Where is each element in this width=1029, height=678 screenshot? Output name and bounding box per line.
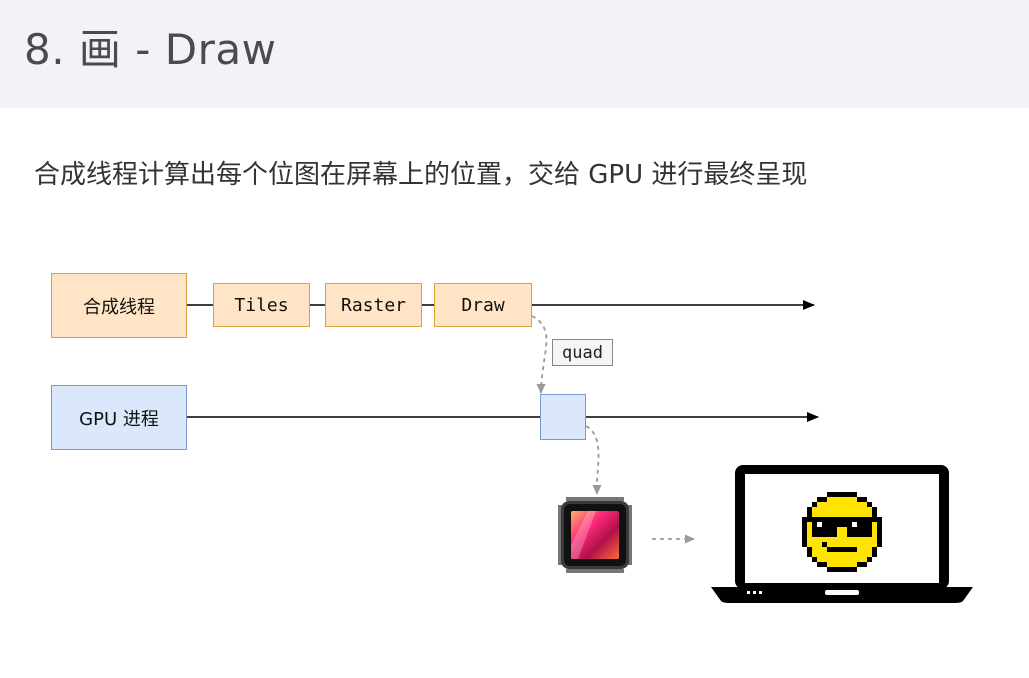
quad-dashed-arrow xyxy=(531,315,548,394)
gpu-to-chip-dashed-arrow xyxy=(585,425,602,495)
compositor-thread-label: 合成线程 xyxy=(83,296,155,318)
gpu-process-label: GPU 进程 xyxy=(79,408,159,430)
compositor-thread-box: 合成线程 xyxy=(51,273,187,338)
cool-smiley-icon xyxy=(802,492,882,572)
quad-label: quad xyxy=(562,342,603,363)
raster-box: Raster xyxy=(325,283,422,327)
tiles-box: Tiles xyxy=(213,283,310,327)
raster-label: Raster xyxy=(340,294,407,316)
gpu-chip-icon xyxy=(558,497,632,573)
draw-box: Draw xyxy=(434,283,532,327)
gpu-draw-block xyxy=(540,394,586,440)
quad-label-box: quad xyxy=(552,339,613,366)
gpu-process-box: GPU 进程 xyxy=(51,385,187,450)
tiles-label: Tiles xyxy=(234,294,289,316)
draw-label: Draw xyxy=(461,294,505,316)
